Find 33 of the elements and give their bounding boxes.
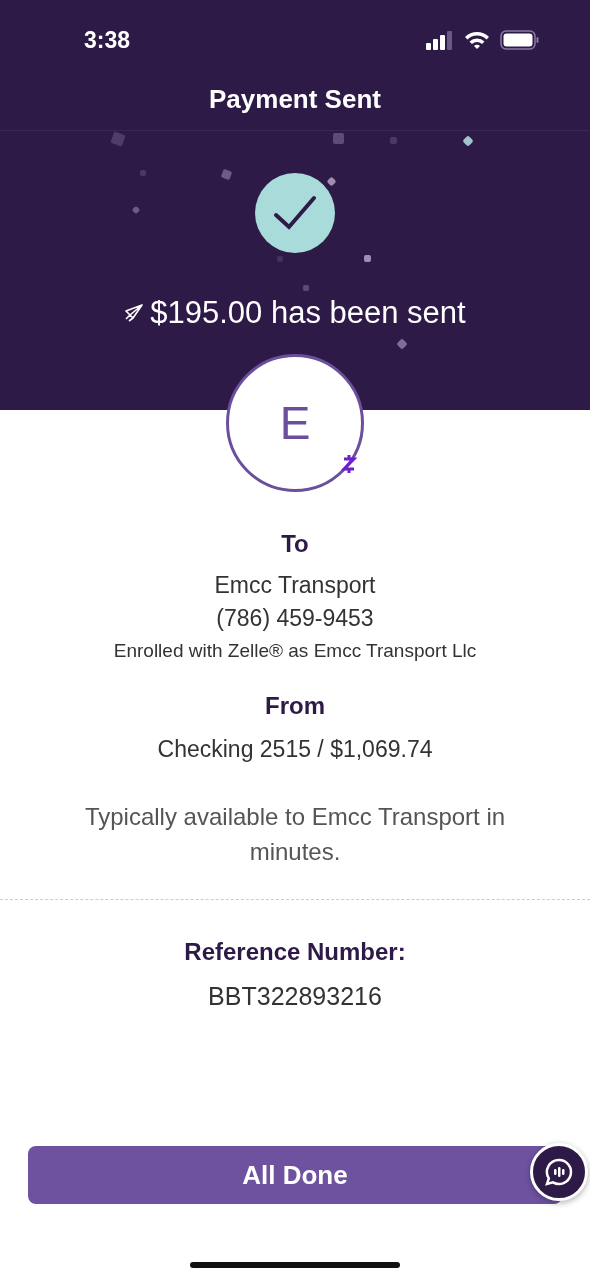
to-label: To xyxy=(281,530,309,558)
sender-account: Checking 2515 / $1,069.74 xyxy=(157,736,433,763)
reference-label: Reference Number: xyxy=(184,938,406,966)
status-time: 3:38 xyxy=(84,26,131,54)
paper-plane-icon xyxy=(124,303,145,323)
from-label: From xyxy=(265,692,325,720)
confetti-icon xyxy=(364,255,371,262)
confetti-icon xyxy=(110,131,126,147)
recipient-avatar: E xyxy=(226,354,364,492)
confetti-icon xyxy=(390,137,397,144)
confetti-icon xyxy=(131,205,141,215)
zelle-logo-icon xyxy=(341,453,357,475)
confetti-icon xyxy=(220,168,233,181)
availability-note: Typically available to Emcc Transport in minutes. xyxy=(83,802,507,867)
confetti-icon xyxy=(140,170,146,176)
confetti-icon xyxy=(303,285,309,291)
confetti-icon xyxy=(333,133,344,144)
amount-sent-message: $195.00 has been sent xyxy=(150,295,466,331)
confetti-icon xyxy=(277,256,283,262)
battery-icon xyxy=(500,30,540,50)
reference-number: BBT322893216 xyxy=(208,982,382,1011)
enrollment-note: Enrolled with Zelle® as Emcc Transport Llc xyxy=(113,640,477,662)
chat-icon xyxy=(543,1156,575,1188)
all-done-button[interactable]: All Done xyxy=(28,1146,562,1204)
confetti-icon xyxy=(326,176,337,187)
wifi-icon xyxy=(464,30,490,50)
recipient-name: Emcc Transport xyxy=(214,572,376,599)
confetti-icon xyxy=(396,338,408,350)
signal-icon xyxy=(426,30,454,50)
confetti-icon xyxy=(462,135,474,147)
chat-button[interactable] xyxy=(530,1143,588,1201)
screen-title: Payment Sent xyxy=(209,84,381,115)
recipient-phone: (786) 459-9453 xyxy=(216,605,374,632)
